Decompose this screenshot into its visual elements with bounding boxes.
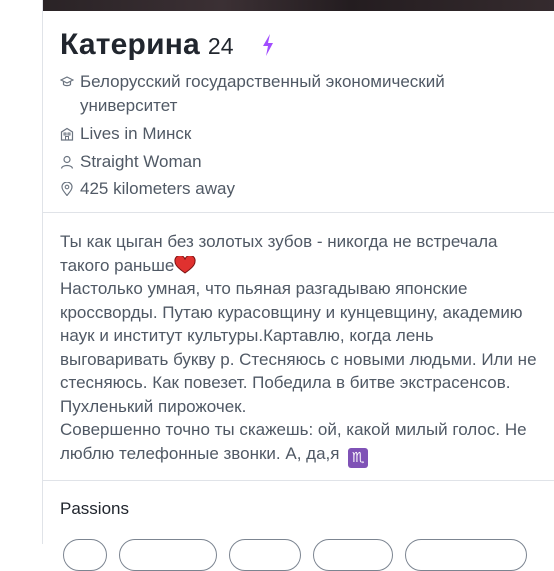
- bio-paragraph: Настолько умная, что пьяная разгадываю я…: [60, 277, 540, 418]
- heart-emoji-icon: [174, 255, 196, 274]
- bio-line-3: Совершенно точно ты скажешь: ой, какой м…: [60, 420, 527, 463]
- location-pin-icon: [61, 182, 73, 196]
- profile-age: 24: [207, 33, 234, 59]
- profile-header: Катерина 24: [60, 28, 234, 62]
- person-icon: [60, 155, 74, 169]
- bio-line-1: Ты как цыган без золотых зубов - никогда…: [60, 232, 498, 275]
- bio-paragraph: Ты как цыган без золотых зубов - никогда…: [60, 230, 540, 277]
- location-text: Lives in Минск: [80, 124, 192, 143]
- bio-line-2: Настолько умная, что пьяная разгадываю я…: [60, 279, 537, 416]
- school-text: Белорусский государственный экономически…: [80, 72, 445, 115]
- left-gutter: [0, 0, 42, 544]
- profile-panel: Катерина 24 Белорусский государственный …: [42, 0, 554, 571]
- distance-row: 425 kilometers away: [60, 177, 500, 201]
- building-icon: [60, 127, 74, 141]
- location-row: Lives in Минск: [60, 122, 500, 146]
- orientation-text: Straight Woman: [80, 152, 202, 171]
- profile-name: Катерина: [60, 28, 200, 61]
- orientation-row: Straight Woman: [60, 150, 500, 174]
- scorpio-zodiac-icon: ♏: [348, 447, 369, 468]
- school-row: Белорусский государственный экономически…: [60, 70, 500, 118]
- distance-text: 425 kilometers away: [80, 179, 235, 198]
- bio-text: Ты как цыган без золотых зубов - никогда…: [60, 230, 540, 468]
- bio-paragraph: Совершенно точно ты скажешь: ой, какой м…: [60, 418, 540, 468]
- bolt-icon: [263, 34, 273, 56]
- graduation-cap-icon: [60, 76, 74, 87]
- divider: [43, 212, 554, 213]
- profile-photo[interactable]: [43, 0, 554, 11]
- divider: [43, 480, 554, 481]
- passions-title: Passions: [60, 499, 129, 518]
